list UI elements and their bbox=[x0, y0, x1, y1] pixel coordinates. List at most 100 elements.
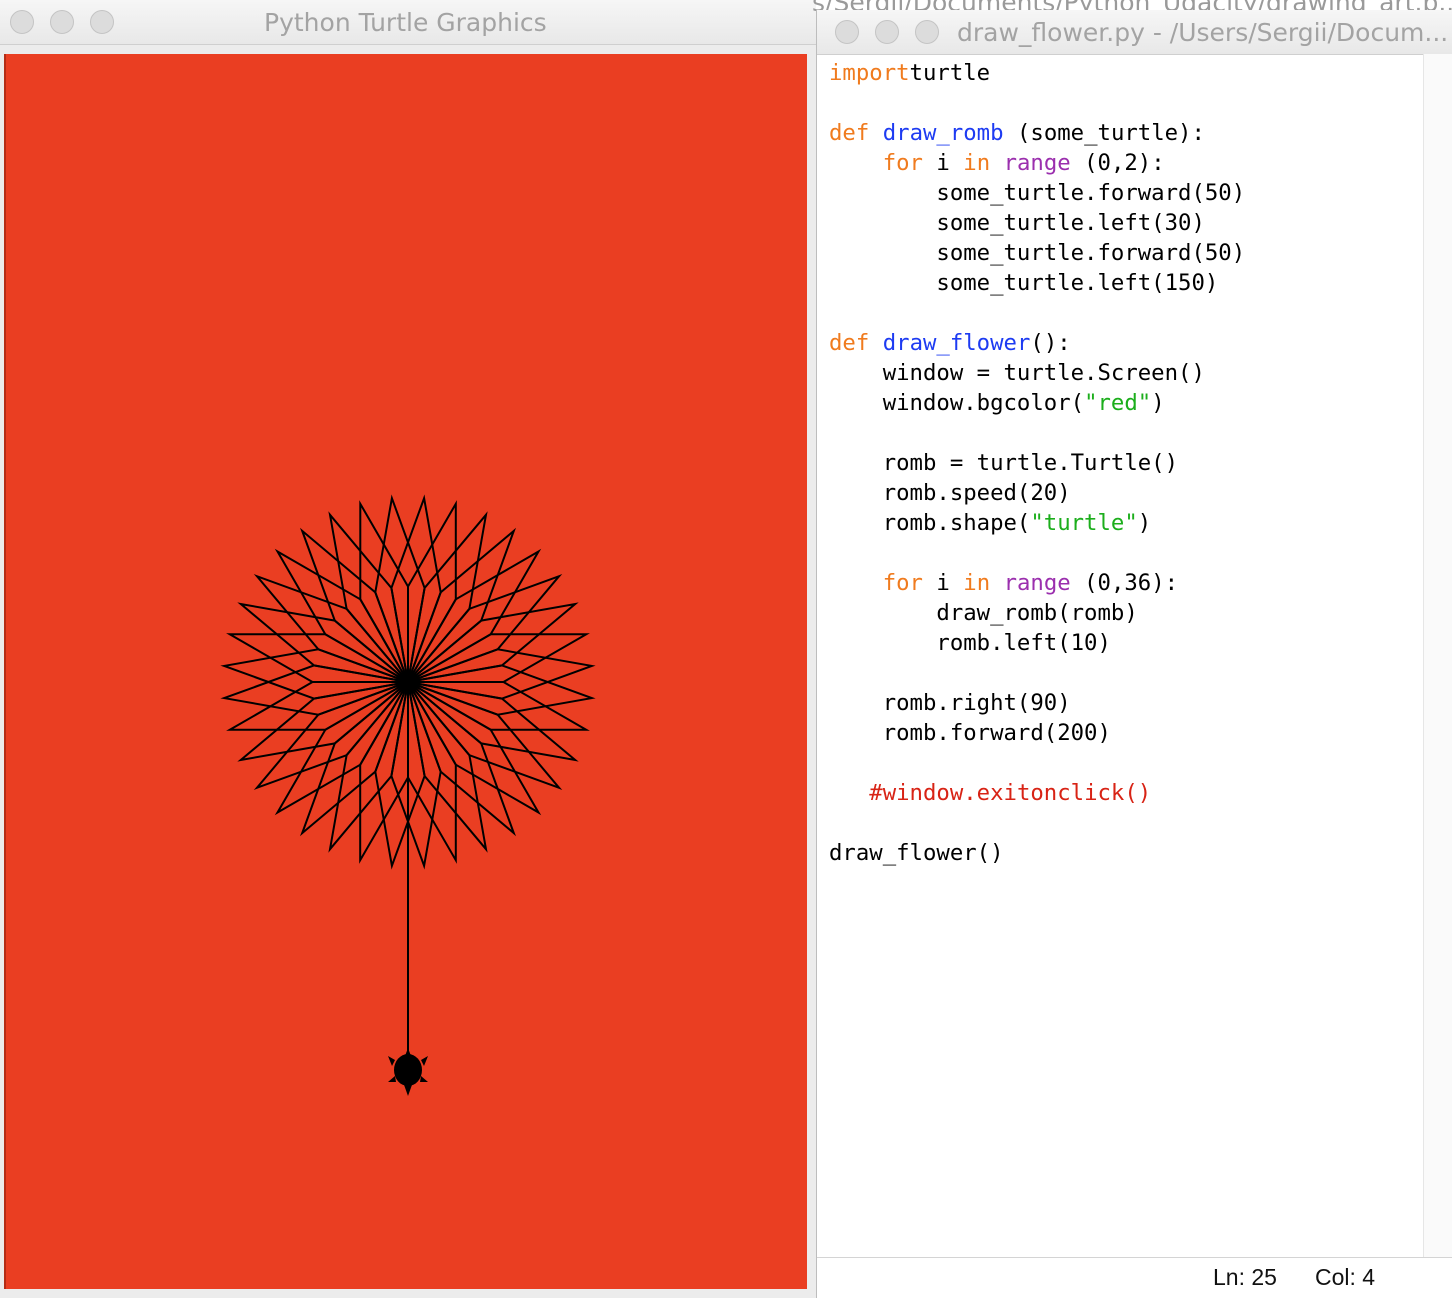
turtle-canvas[interactable] bbox=[4, 54, 807, 1289]
editor-title: draw_flower.py - /Users/Sergii/Docum... bbox=[957, 18, 1449, 47]
rhombus-petal bbox=[226, 633, 412, 683]
code-token: some_turtle.forward(50) bbox=[829, 180, 1246, 206]
code-token: romb.left(10) bbox=[829, 630, 1111, 656]
code-token: i bbox=[922, 150, 964, 176]
code-token: ) bbox=[1151, 390, 1165, 416]
code-line: importturtle bbox=[829, 58, 1245, 88]
rhombus-petal bbox=[404, 573, 563, 685]
code-token: draw_flower bbox=[882, 330, 1031, 356]
flower-drawing bbox=[220, 494, 596, 1096]
status-bar: Ln: 25 Col: 4 bbox=[817, 1257, 1452, 1298]
code-token: def bbox=[829, 120, 870, 146]
rhombus-petal bbox=[299, 678, 411, 837]
window-title: Python Turtle Graphics bbox=[264, 8, 547, 37]
rhombus-petal bbox=[407, 678, 457, 864]
code-line: window.bgcolor("red") bbox=[829, 388, 1245, 418]
line-number: Ln: 25 bbox=[1213, 1264, 1277, 1290]
code-line: draw_romb(romb) bbox=[829, 598, 1245, 628]
code-token: for bbox=[882, 150, 923, 176]
code-line: romb.forward(200) bbox=[829, 718, 1245, 748]
code-token: #window.exitonclick() bbox=[869, 780, 1152, 806]
code-token: for bbox=[882, 570, 923, 596]
code-token: (): bbox=[1030, 330, 1071, 356]
turtle-graphics-window: Python Turtle Graphics bbox=[0, 0, 816, 1298]
rhombus-petal bbox=[405, 679, 542, 816]
code-token: romb.right(90) bbox=[829, 690, 1071, 716]
code-line: def draw_flower(): bbox=[829, 328, 1245, 358]
code-line: window = turtle.Screen() bbox=[829, 358, 1245, 388]
rhombus-petal bbox=[226, 681, 412, 731]
code-token: turtle bbox=[909, 60, 991, 86]
rhombus-petal bbox=[274, 548, 411, 685]
code-token: romb.shape( bbox=[829, 510, 1031, 536]
code-line: some_turtle.left(30) bbox=[829, 208, 1245, 238]
code-token: import bbox=[829, 60, 910, 86]
rhombus-petal bbox=[405, 548, 542, 685]
code-token: window = turtle.Screen() bbox=[829, 360, 1205, 386]
code-line: def draw_romb (some_turtle): bbox=[829, 118, 1245, 148]
editor-window: draw_flower.py - /Users/Sergii/Docum... … bbox=[816, 10, 1452, 1298]
code-line: romb.left(10) bbox=[829, 628, 1245, 658]
vertical-scrollbar[interactable] bbox=[1423, 54, 1452, 1260]
close-button[interactable] bbox=[835, 20, 859, 44]
code-line: some_turtle.forward(50) bbox=[829, 238, 1245, 268]
rhombus-petal bbox=[405, 527, 517, 686]
code-token: some_turtle.forward(50) bbox=[829, 240, 1246, 266]
code-line: romb.right(90) bbox=[829, 688, 1245, 718]
code-token: romb.speed(20) bbox=[829, 480, 1071, 506]
rhombus-petal bbox=[404, 633, 590, 683]
code-token: def bbox=[829, 330, 870, 356]
code-line: romb = turtle.Turtle() bbox=[829, 448, 1245, 478]
code-token: draw_romb bbox=[882, 120, 1004, 146]
code-line: romb.shape("turtle") bbox=[829, 508, 1245, 538]
rhombus-petal bbox=[299, 527, 411, 686]
rhombus-petal bbox=[359, 500, 409, 686]
code-editor[interactable]: importturtle def draw_romb (some_turtle):… bbox=[829, 58, 1245, 868]
code-token: romb.forward(200) bbox=[829, 720, 1111, 746]
minimize-button[interactable] bbox=[875, 20, 899, 44]
code-token: ) bbox=[1137, 510, 1152, 536]
code-line: some_turtle.forward(50) bbox=[829, 178, 1245, 208]
code-line: for i in range (0,36): bbox=[829, 568, 1245, 598]
code-token: some_turtle.left(30) bbox=[829, 210, 1205, 236]
turtle-window-titlebar[interactable]: Python Turtle Graphics bbox=[0, 0, 816, 45]
rhombus-petal bbox=[253, 679, 412, 791]
code-token: (0,2): bbox=[1070, 150, 1165, 176]
minimize-button[interactable] bbox=[50, 10, 74, 34]
code-line: for i in range (0,2): bbox=[829, 148, 1245, 178]
rhombus-petal bbox=[274, 679, 411, 816]
rhombus-petal bbox=[253, 573, 412, 685]
turtle-cursor-icon bbox=[388, 1048, 428, 1096]
code-token: i bbox=[922, 570, 964, 596]
zoom-button[interactable] bbox=[90, 10, 114, 34]
rhombus-petal bbox=[359, 678, 409, 864]
code-token: range bbox=[1003, 570, 1071, 596]
editor-titlebar[interactable]: draw_flower.py - /Users/Sergii/Docum... bbox=[817, 10, 1452, 55]
code-line: some_turtle.left(150) bbox=[829, 268, 1245, 298]
code-line: romb.speed(20) bbox=[829, 478, 1245, 508]
zoom-button[interactable] bbox=[915, 20, 939, 44]
rhombus-petal bbox=[404, 681, 590, 731]
code-token: in bbox=[963, 570, 991, 596]
code-token: (0,36): bbox=[1070, 570, 1179, 596]
code-token: range bbox=[1003, 150, 1071, 176]
code-token: some_turtle.left(150) bbox=[829, 270, 1219, 296]
close-button[interactable] bbox=[10, 10, 34, 34]
column-number: Col: 4 bbox=[1315, 1264, 1376, 1290]
rhombus-petal bbox=[404, 679, 563, 791]
code-token: romb = turtle.Turtle() bbox=[829, 450, 1179, 476]
rhombus-petal bbox=[405, 678, 517, 837]
code-token: (some_turtle): bbox=[1003, 120, 1205, 146]
code-line: #window.exitonclick() bbox=[829, 778, 1245, 808]
rhombus-petal bbox=[407, 500, 457, 686]
